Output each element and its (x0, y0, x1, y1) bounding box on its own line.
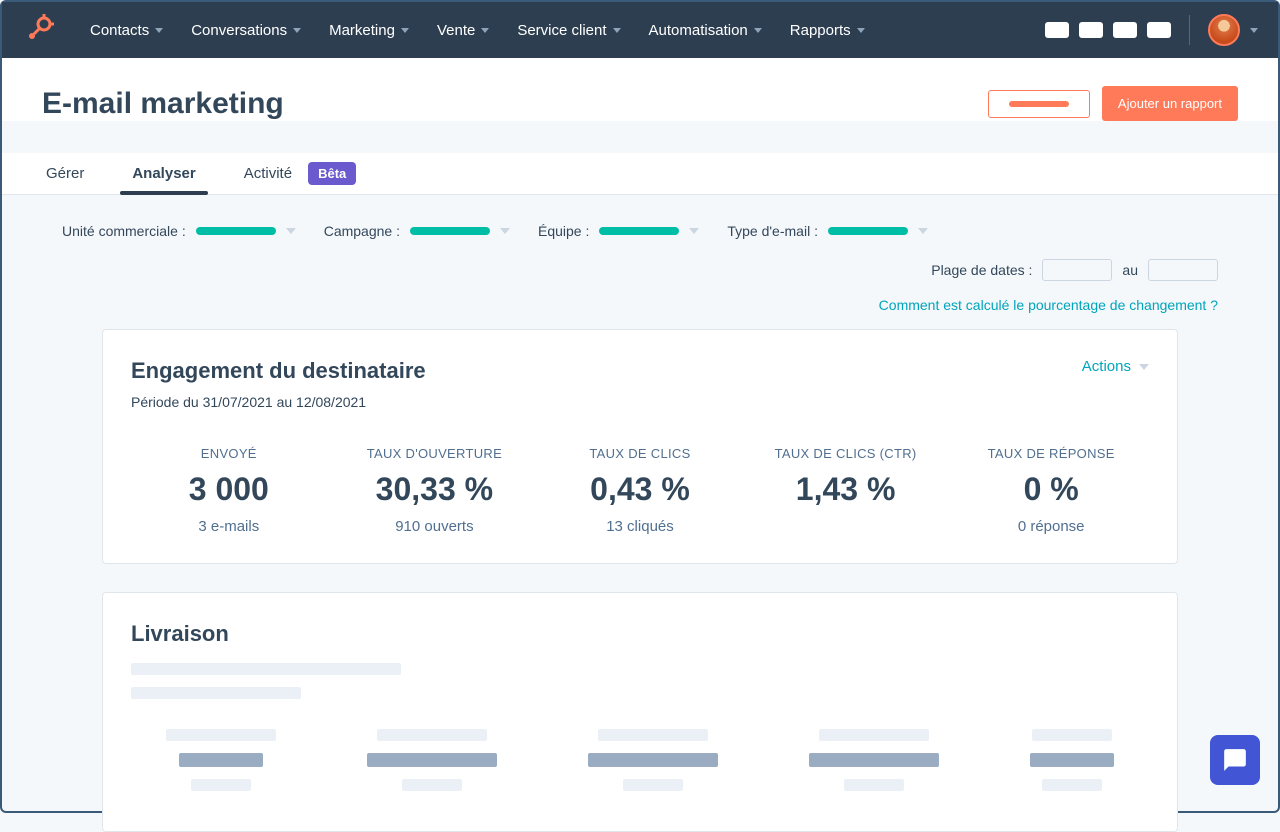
stat-ouverture: TAUX D'OUVERTURE 30,33 % 910 ouverts (337, 446, 533, 535)
chat-fab[interactable] (1210, 735, 1260, 785)
filter-date-range: Plage de dates : au (931, 259, 1218, 281)
engagement-period: Période du 31/07/2021 au 12/08/2021 (131, 394, 426, 410)
chevron-down-icon[interactable] (1250, 28, 1258, 33)
hubspot-logo-icon[interactable] (22, 14, 54, 46)
stat-reponse: TAUX DE RÉPONSE 0 % 0 réponse (953, 446, 1149, 535)
nav-marketing[interactable]: Marketing (317, 14, 421, 47)
top-nav: Contacts Conversations Marketing Vente S… (2, 2, 1278, 58)
tab-gerer[interactable]: Gérer (42, 153, 88, 194)
engagement-title: Engagement du destinataire (131, 358, 426, 384)
nav-right (1045, 14, 1258, 46)
nav-util-4[interactable] (1147, 22, 1171, 38)
divider (1189, 15, 1190, 45)
filters-bar: Unité commerciale : Campagne : Équipe : … (2, 195, 1278, 297)
tab-activite[interactable]: Activité (240, 153, 296, 194)
chevron-down-icon (689, 228, 699, 234)
chevron-down-icon (613, 28, 621, 33)
page-header: E-mail marketing Ajouter un rapport (2, 58, 1278, 121)
chevron-down-icon (918, 228, 928, 234)
chevron-down-icon (155, 28, 163, 33)
help-link[interactable]: Comment est calculé le pourcentage de ch… (2, 297, 1278, 329)
filter-team[interactable]: Équipe : (538, 223, 699, 239)
tabs: Gérer Analyser Activité Bêta (2, 153, 1278, 194)
stat-envoye: ENVOYÉ 3 000 3 e-mails (131, 446, 327, 535)
nav-service-client[interactable]: Service client (505, 14, 632, 47)
skeleton-loader (131, 663, 1149, 699)
delivery-card: Livraison (102, 592, 1178, 832)
beta-badge: Bêta (308, 162, 356, 185)
chevron-down-icon (293, 28, 301, 33)
nav-automatisation[interactable]: Automatisation (637, 14, 774, 47)
chevron-down-icon (286, 228, 296, 234)
date-from-input[interactable] (1042, 259, 1112, 281)
add-report-button[interactable]: Ajouter un rapport (1102, 86, 1238, 121)
nav-vente[interactable]: Vente (425, 14, 501, 47)
delivery-title: Livraison (131, 621, 1149, 647)
engagement-card: Engagement du destinataire Période du 31… (102, 329, 1178, 564)
stats-row: ENVOYÉ 3 000 3 e-mails TAUX D'OUVERTURE … (131, 446, 1149, 535)
avatar[interactable] (1208, 14, 1240, 46)
nav-links: Contacts Conversations Marketing Vente S… (78, 14, 1045, 47)
date-to-input[interactable] (1148, 259, 1218, 281)
nav-util-1[interactable] (1045, 22, 1069, 38)
filter-campaign[interactable]: Campagne : (324, 223, 510, 239)
filter-business-unit[interactable]: Unité commerciale : (62, 223, 296, 239)
chevron-down-icon (500, 228, 510, 234)
chevron-down-icon (857, 28, 865, 33)
nav-contacts[interactable]: Contacts (78, 14, 175, 47)
chevron-down-icon (1139, 364, 1149, 370)
tab-analyser[interactable]: Analyser (128, 153, 199, 194)
skeleton-stats (131, 729, 1149, 791)
chevron-down-icon (481, 28, 489, 33)
chevron-down-icon (754, 28, 762, 33)
actions-dropdown[interactable]: Actions (1082, 358, 1149, 375)
nav-rapports[interactable]: Rapports (778, 14, 877, 47)
stat-clics: TAUX DE CLICS 0,43 % 13 cliqués (542, 446, 738, 535)
chat-icon (1222, 747, 1248, 773)
nav-conversations[interactable]: Conversations (179, 14, 313, 47)
nav-util-2[interactable] (1079, 22, 1103, 38)
nav-util-3[interactable] (1113, 22, 1137, 38)
stat-ctr: TAUX DE CLICS (CTR) 1,43 % (748, 446, 944, 535)
page-title: E-mail marketing (42, 87, 284, 121)
filter-email-type[interactable]: Type d'e-mail : (727, 223, 928, 239)
chevron-down-icon (401, 28, 409, 33)
secondary-button[interactable] (988, 90, 1090, 118)
